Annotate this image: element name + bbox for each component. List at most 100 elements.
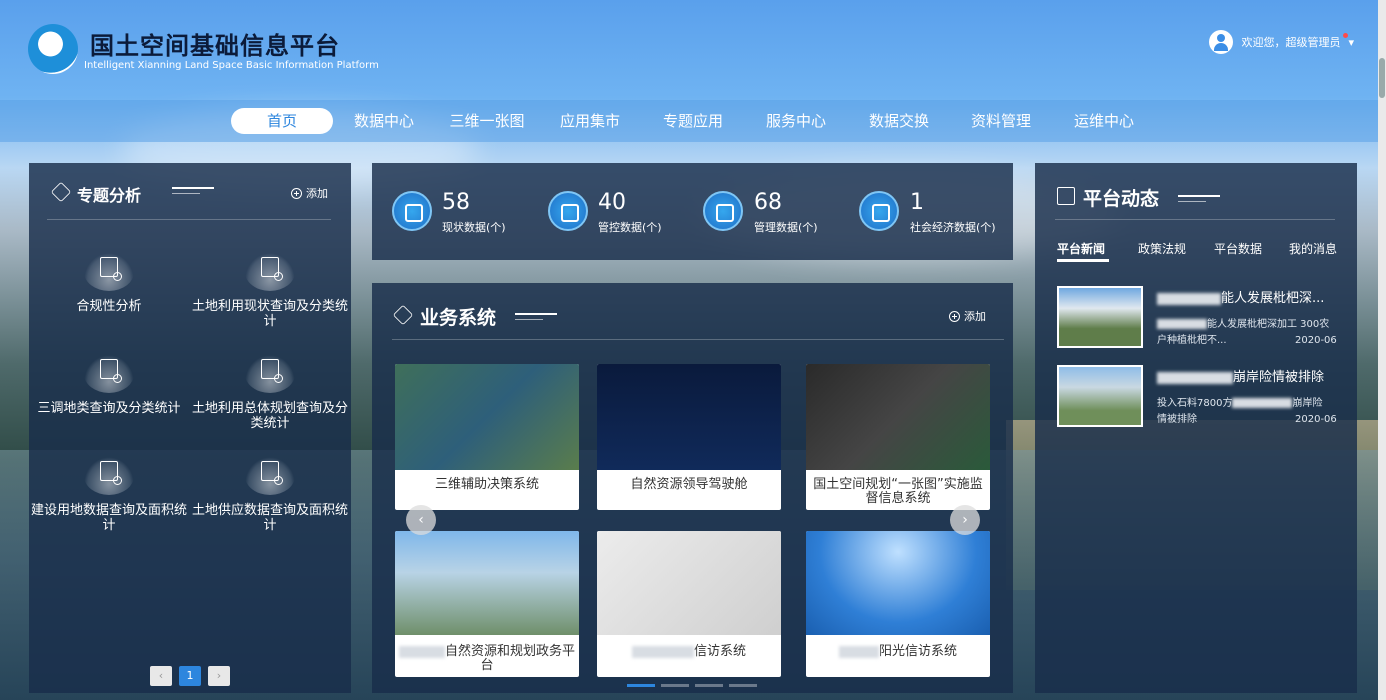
news-thumbnail[interactable] [1057, 286, 1143, 348]
thematic-item-label: 土地利用现状查询及分类统计 [191, 299, 348, 329]
title-decoration [515, 319, 543, 320]
search-document-icon [84, 355, 134, 393]
stat-label-management: 管理数据(个) [754, 221, 818, 234]
system-card-leader-cockpit[interactable]: 自然资源领导驾驶舱 [597, 364, 781, 510]
nav-item-service-center[interactable]: 服务中心 [745, 108, 847, 134]
platform-title: 国土空间基础信息平台 [90, 32, 340, 60]
cloud-icon [703, 191, 743, 231]
card-label-text: 自然资源和规划政务平台 [445, 644, 576, 673]
tab-policies[interactable]: 政策法规 [1138, 240, 1186, 257]
title-decoration [515, 313, 557, 315]
nav-item-document-mgmt[interactable]: 资料管理 [950, 108, 1052, 134]
system-card-petition[interactable]: 信访系统 [597, 531, 781, 677]
nav-item-thematic-apps[interactable]: 专题应用 [642, 108, 744, 134]
thematic-analysis-panel: 专题分析 添加 合规性分析 土地利用现状查询及分类统计 三调地类查询及分类统计 … [29, 163, 351, 693]
thematic-item-survey-land-class[interactable]: 三调地类查询及分类统计 [29, 355, 189, 416]
card-label-text: 信访系统 [693, 644, 746, 659]
nav-item-data-center[interactable]: 数据中心 [333, 108, 435, 134]
news-item-summary: 户种植枇杷不... [1157, 335, 1227, 346]
nav-item-3d-map[interactable]: 三维一张图 [436, 108, 538, 134]
card-thumbnail [597, 531, 781, 635]
user-menu[interactable]: 欢迎您，超级管理员 ▾ [1209, 30, 1354, 54]
system-card-government-platform[interactable]: 自然资源和规划政务平台 [395, 531, 579, 677]
news-icon [1057, 187, 1075, 205]
header: 国土空间基础信息平台 Intelligent Xianning Land Spa… [0, 0, 1386, 100]
news-thumbnail[interactable] [1057, 365, 1143, 427]
thematic-item-land-use-status[interactable]: 土地利用现状查询及分类统计 [190, 253, 350, 329]
thematic-item-compliance[interactable]: 合规性分析 [29, 253, 189, 314]
tab-platform-news[interactable]: 平台新闻 [1057, 240, 1105, 257]
panel-divider [392, 339, 1004, 340]
thematic-add-button[interactable]: 添加 [291, 185, 328, 201]
thematic-item-label: 三调地类查询及分类统计 [37, 401, 181, 416]
page-scrollbar[interactable] [1378, 0, 1386, 700]
user-avatar-icon [1209, 30, 1234, 54]
main-nav: 首页 数据中心 三维一张图 应用集市 专题应用 服务中心 数据交换 资料管理 运… [0, 100, 1386, 142]
thematic-item-construction-land[interactable]: 建设用地数据查询及面积统计 [29, 457, 189, 533]
plus-circle-icon [291, 187, 302, 199]
redacted-text [1157, 371, 1233, 384]
tab-platform-data[interactable]: 平台数据 [1214, 240, 1262, 257]
chevron-down-icon: ▾ [1348, 35, 1354, 49]
cube-icon [50, 181, 72, 203]
add-label: 添加 [964, 310, 986, 323]
title-decoration [172, 187, 214, 189]
carousel-dot[interactable] [661, 684, 689, 687]
carousel-next-button[interactable]: › [950, 505, 980, 535]
news-item-title[interactable]: 崩岸险情被排除 [1157, 366, 1324, 385]
business-add-button[interactable]: 添加 [949, 308, 986, 324]
system-card-3d-decision[interactable]: 三维辅助决策系统 [395, 364, 579, 510]
pager-prev-button[interactable]: ‹ [150, 666, 172, 686]
news-summary-text: 投入石料7800方 [1157, 398, 1233, 409]
map-location-icon [245, 253, 295, 291]
news-item-date: 2020-06 [1295, 414, 1337, 425]
card-label-text: 阳光信访系统 [878, 644, 957, 659]
scrollbar-thumb[interactable] [1379, 58, 1385, 98]
news-summary-text: 能人发展枇杷深加工 300农 [1207, 319, 1330, 330]
stat-value-management: 68 [754, 190, 782, 215]
thematic-item-overall-planning[interactable]: 土地利用总体规划查询及分类统计 [190, 355, 350, 431]
system-card-sunshine-petition[interactable]: 阳光信访系统 [806, 531, 990, 677]
carousel-dot[interactable] [695, 684, 723, 687]
redacted-text [1157, 292, 1221, 305]
news-title-text: 崩岸险情被排除 [1233, 370, 1325, 385]
card-thumbnail [806, 531, 990, 635]
carousel-dot[interactable] [729, 684, 757, 687]
title-decoration [1178, 201, 1206, 202]
hand-icon [548, 191, 588, 231]
thematic-item-label: 建设用地数据查询及面积统计 [30, 503, 187, 533]
news-item-title[interactable]: 能人发展枇杷深... [1157, 287, 1324, 306]
stat-label-status: 现状数据(个) [442, 221, 506, 234]
cube-icon [392, 304, 414, 326]
stat-value-control: 40 [598, 190, 626, 215]
plus-circle-icon [949, 310, 960, 322]
carousel-prev-button[interactable]: ‹ [406, 505, 436, 535]
card-label: 信访系统 [601, 645, 777, 659]
redacted-text [399, 645, 445, 658]
news-summary-text: 崩岸险 [1292, 398, 1323, 409]
card-label: 阳光信访系统 [810, 645, 986, 659]
pager-next-button[interactable]: › [208, 666, 230, 686]
redacted-text [1157, 319, 1207, 329]
search-document-icon [84, 457, 134, 495]
stat-value-socioeconomic: 1 [910, 190, 924, 215]
news-item-summary: 投入石料7800方 崩岸险 [1157, 396, 1322, 412]
nav-item-data-exchange[interactable]: 数据交换 [848, 108, 950, 134]
active-tab-indicator [1057, 259, 1109, 262]
snowflake-icon [392, 191, 432, 231]
platform-subtitle: Intelligent Xianning Land Space Basic In… [84, 60, 379, 71]
business-panel-title: 业务系统 [420, 307, 497, 329]
card-thumbnail [597, 364, 781, 470]
thematic-item-land-supply[interactable]: 土地供应数据查询及面积统计 [190, 457, 350, 533]
system-card-spatial-planning[interactable]: 国土空间规划“一张图”实施监督信息系统 [806, 364, 990, 510]
nav-item-app-market[interactable]: 应用集市 [539, 108, 641, 134]
panel-divider [47, 219, 331, 220]
carousel-dot-active[interactable] [627, 684, 655, 687]
nav-item-ops-center[interactable]: 运维中心 [1053, 108, 1155, 134]
pager-page-1[interactable]: 1 [179, 666, 201, 686]
tab-my-messages[interactable]: 我的消息 [1289, 240, 1337, 257]
nav-item-home[interactable]: 首页 [231, 108, 333, 134]
news-item-summary: 能人发展枇杷深加工 300农 [1157, 317, 1329, 333]
thematic-item-label: 土地供应数据查询及面积统计 [191, 503, 348, 533]
platform-logo [28, 24, 78, 74]
